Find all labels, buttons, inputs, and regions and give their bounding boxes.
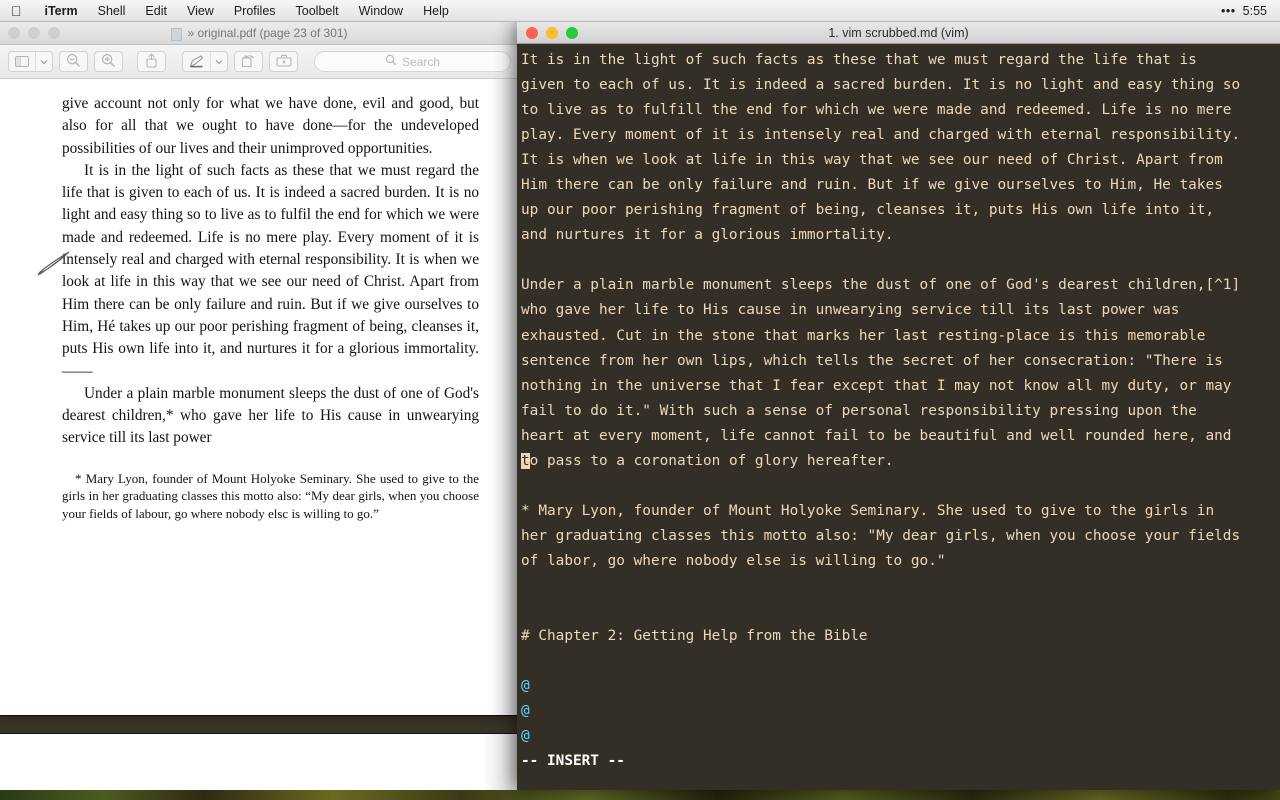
zoom-in-button[interactable] (94, 51, 123, 72)
vim-buffer-line: given to each of us. It is indeed a sacr… (521, 77, 1241, 94)
vim-buffer-line: heart at every moment, life cannot fail … (521, 427, 1232, 444)
vim-buffer-line: of labor, go where nobody else is willin… (521, 552, 946, 569)
preview-window[interactable]: » original.pdf (page 23 of 301) Search g… (0, 22, 519, 715)
menu-item-view[interactable]: View (177, 4, 224, 18)
zoom-out-button[interactable] (59, 51, 88, 72)
vim-buffer-line: fail to do it." With such a sense of per… (521, 402, 1197, 419)
vim-buffer-line: Him there can be only failure and ruin. … (521, 177, 1223, 194)
pdf-footnote: * Mary Lyon, founder of Mount Holyoke Se… (62, 470, 479, 521)
iterm-title-text: 1. vim scrubbed.md (vim) (828, 25, 969, 40)
vim-at-marker: @ (521, 728, 530, 745)
vim-mode-indicator: -- INSERT -- (521, 753, 625, 770)
vim-buffer-line: play. Every moment of it is intensely re… (521, 127, 1241, 144)
sidebar-toggle-button[interactable] (8, 51, 53, 72)
vim-buffer-line: who gave her life to His cause in unwear… (521, 302, 1180, 319)
vim-empty-line-marker: @ (521, 724, 1280, 749)
background-window-pane (0, 734, 519, 790)
macos-menu-bar:  iTerm Shell Edit View Profiles Toolbel… (0, 0, 1280, 22)
menu-item-iterm[interactable]: iTerm (35, 4, 88, 18)
vim-empty-line-marker: @ (521, 699, 1280, 724)
preview-title-text: » original.pdf (page 23 of 301) (187, 26, 348, 40)
vim-buffer-line: up our poor perishing fragment of being,… (521, 202, 1215, 219)
menu-item-toolbelt[interactable]: Toolbelt (286, 4, 349, 18)
vim-buffer-line: her graduating classes this motto also: … (521, 527, 1241, 544)
zoom-out-icon[interactable] (66, 53, 81, 71)
rotate-button[interactable] (234, 51, 263, 72)
vim-heading-line: # Chapter 2: Getting Help from the Bible (521, 628, 868, 645)
vim-at-marker: @ (521, 703, 530, 720)
sidebar-icon[interactable] (9, 52, 35, 71)
vim-buffer-line: sentence from her own lips, which tells … (521, 352, 1223, 369)
preview-zoom-button[interactable] (48, 27, 60, 39)
markup-toolbar-button[interactable] (182, 51, 228, 72)
pdf-paragraph: It is in the light of such facts as thes… (62, 161, 479, 380)
vim-buffer-line: It is in the light of such facts as thes… (521, 52, 1197, 68)
search-icon (385, 54, 397, 69)
toolbox-button[interactable] (269, 51, 298, 72)
preview-toolbar[interactable]: Search (0, 45, 519, 79)
iterm-window[interactable]: 1. vim scrubbed.md (vim) It is in the li… (517, 22, 1280, 790)
vim-empty-line-marker: @ (521, 674, 1280, 699)
vim-terminal-buffer[interactable]: It is in the light of such facts as thes… (517, 44, 1280, 790)
vim-buffer-line: It is when we look at life in this way t… (521, 152, 1223, 169)
menu-item-window[interactable]: Window (349, 4, 413, 18)
pdf-paragraph: Under a plain marble monument sleeps the… (62, 384, 479, 447)
preview-close-button[interactable] (8, 27, 20, 39)
pdf-page-text: give account not only for what we have d… (0, 79, 519, 523)
search-placeholder: Search (401, 54, 441, 69)
vim-buffer-line: Under a plain marble monument sleeps the… (521, 277, 1241, 294)
vim-buffer-line: to live as to fulfill the end for which … (521, 102, 1232, 119)
preview-title-bar[interactable]: » original.pdf (page 23 of 301) (0, 22, 519, 45)
markup-pen-icon[interactable] (183, 52, 210, 71)
vim-cursor-line: to pass to a coronation of glory hereaft… (521, 452, 894, 469)
vim-buffer-line: and nurtures it for a glorious immortali… (521, 227, 894, 244)
search-field[interactable]: Search (314, 51, 511, 72)
rotate-icon[interactable] (241, 53, 256, 71)
vim-buffer-line: * Mary Lyon, founder of Mount Holyoke Se… (521, 502, 1215, 519)
vim-status-line: -- INSERT -- (521, 749, 1280, 774)
pdf-page-view[interactable]: give account not only for what we have d… (0, 79, 519, 714)
chevron-down-icon[interactable] (35, 52, 52, 71)
vim-text-cursor: t (521, 452, 530, 469)
menu-item-profiles[interactable]: Profiles (224, 4, 286, 18)
menu-bar-clock[interactable]: 5:55 (1243, 4, 1280, 18)
preview-title: » original.pdf (page 23 of 301) (0, 26, 519, 41)
background-window-edge-band (0, 715, 519, 734)
menu-item-edit[interactable]: Edit (135, 4, 177, 18)
iterm-title-bar[interactable]: 1. vim scrubbed.md (vim) (517, 22, 1280, 44)
pdf-document-icon (171, 27, 183, 41)
apple-icon[interactable]:  (0, 4, 35, 18)
preview-minimize-button[interactable] (28, 27, 40, 39)
toolbox-icon[interactable] (275, 54, 292, 70)
zoom-in-icon[interactable] (101, 53, 116, 71)
share-icon[interactable] (145, 52, 158, 71)
preview-window-controls[interactable] (0, 27, 60, 39)
menu-extras-overflow-icon[interactable]: ••• (1214, 4, 1243, 18)
menu-item-shell[interactable]: Shell (88, 4, 136, 18)
chevron-down-icon[interactable] (210, 52, 227, 71)
share-button[interactable] (137, 51, 166, 72)
vim-at-marker: @ (521, 678, 530, 695)
menu-item-help[interactable]: Help (413, 4, 459, 18)
vim-buffer-line: nothing in the universe that I fear exce… (521, 377, 1232, 394)
vim-buffer-line: exhausted. Cut in the stone that marks h… (521, 327, 1206, 344)
pdf-paragraph: give account not only for what we have d… (62, 95, 479, 157)
